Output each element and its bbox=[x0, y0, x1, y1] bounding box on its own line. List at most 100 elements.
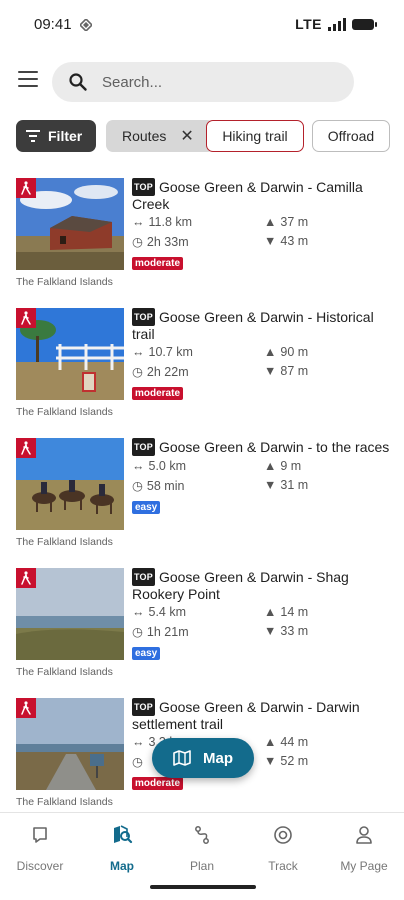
nav-my-page[interactable]: My Page bbox=[324, 821, 404, 873]
tour-photo bbox=[16, 438, 124, 530]
map-button[interactable]: Map bbox=[152, 738, 254, 778]
difficulty-badge: moderate bbox=[132, 257, 184, 270]
filter-icon bbox=[26, 130, 40, 142]
distance-stat: ↔ 11.8 km bbox=[132, 215, 192, 229]
tour-item[interactable]: The Falkland Islands TOP Goose Green & Da… bbox=[16, 304, 392, 434]
tour-title: TOP Goose Green & Darwin - Historical tra… bbox=[132, 308, 392, 342]
filter-label: Filter bbox=[48, 128, 83, 144]
duration-value: 58 min bbox=[146, 478, 185, 493]
nav-discover[interactable]: Discover bbox=[0, 821, 80, 873]
nav-track[interactable]: Track bbox=[243, 821, 323, 873]
tour-info: TOP Goose Green & Darwin - Shag Rookery P… bbox=[132, 568, 392, 661]
nav-label: Track bbox=[268, 859, 298, 873]
tour-title: TOP Goose Green & Darwin - Camilla Creek bbox=[132, 178, 392, 212]
ascent-icon: ▲ bbox=[264, 345, 277, 359]
tour-title-text: Goose Green & Darwin - Camilla Creek bbox=[132, 179, 363, 212]
nav-map[interactable]: Map bbox=[82, 821, 162, 873]
nav-label: Map bbox=[110, 859, 134, 873]
ascent-icon: ▲ bbox=[264, 215, 277, 229]
difficulty-badge: moderate bbox=[132, 387, 184, 400]
nav-label: Plan bbox=[189, 859, 215, 873]
person-icon bbox=[356, 826, 372, 844]
tour-stats: ↔ 5.0 km ◷ 58 min ▲ 9 m ▼ 31 m bbox=[132, 459, 392, 497]
tour-title-text: Goose Green & Darwin - to the races bbox=[158, 439, 390, 455]
descent-value: 52 m bbox=[280, 754, 309, 768]
status-indicators: LTE bbox=[295, 16, 377, 32]
search-bar[interactable] bbox=[52, 62, 354, 102]
diamond-icon bbox=[80, 19, 92, 31]
tour-photo bbox=[16, 178, 124, 270]
tour-info: TOP Goose Green & Darwin - Camilla Creek … bbox=[132, 178, 392, 271]
offroad-chip[interactable]: Offroad bbox=[312, 120, 390, 152]
tour-stats: ↔ 11.8 km ◷ 2h 33m ▲ 37 m ▼ 43 m bbox=[132, 215, 392, 253]
ascent-stat: ▲ 44 m bbox=[264, 735, 308, 749]
tour-photo bbox=[16, 568, 124, 660]
clock-icon: ◷ bbox=[132, 235, 143, 249]
discover-icon bbox=[33, 827, 47, 843]
duration-stat: ◷ 2h 22m bbox=[132, 364, 189, 380]
hiking-icon bbox=[16, 698, 36, 718]
ascent-value: 9 m bbox=[280, 459, 302, 473]
tour-item[interactable]: The Falkland Islands TOP Goose Green & Da… bbox=[16, 434, 392, 564]
duration-stat: ◷ 58 min bbox=[132, 478, 185, 494]
ascent-stat: ▲ 9 m bbox=[264, 459, 301, 473]
tour-info: TOP Goose Green & Darwin - Historical tra… bbox=[132, 308, 392, 401]
descent-stat: ▼ 87 m bbox=[264, 364, 308, 378]
plan-icon bbox=[195, 826, 209, 844]
clock-icon: ◷ bbox=[132, 365, 143, 379]
ascent-value: 90 m bbox=[280, 345, 309, 359]
ascent-icon: ▲ bbox=[264, 605, 277, 619]
ascent-stat: ▲ 90 m bbox=[264, 345, 308, 359]
tour-title: TOP Goose Green & Darwin - to the races bbox=[132, 438, 392, 456]
difficulty-badge: moderate bbox=[132, 777, 184, 790]
map-button-label: Map bbox=[203, 749, 233, 767]
tour-stats: ↔ 10.7 km ◷ 2h 22m ▲ 90 m ▼ 87 m bbox=[132, 345, 392, 383]
top-badge: TOP bbox=[132, 178, 155, 196]
menu-icon[interactable] bbox=[18, 71, 38, 89]
nav-label: Discover bbox=[16, 859, 64, 873]
ascent-stat: ▲ 37 m bbox=[264, 215, 308, 229]
close-icon[interactable]: ✕ bbox=[180, 126, 193, 146]
descent-icon: ▼ bbox=[264, 478, 277, 492]
descent-icon: ▼ bbox=[264, 364, 277, 378]
descent-value: 87 m bbox=[280, 364, 309, 378]
status-time: 09:41 bbox=[34, 16, 72, 33]
distance-value: 5.4 km bbox=[148, 605, 187, 619]
hiking-trail-chip[interactable]: Hiking trail bbox=[206, 120, 304, 152]
distance-value: 10.7 km bbox=[148, 345, 193, 359]
tour-list[interactable]: The Falkland Islands TOP Goose Green & Da… bbox=[0, 172, 404, 812]
tour-item[interactable]: The Falkland Islands TOP Goose Green & Da… bbox=[16, 174, 392, 304]
distance-icon: ↔ bbox=[132, 735, 145, 749]
ascent-value: 37 m bbox=[280, 215, 309, 229]
duration-value: 1h 21m bbox=[146, 624, 189, 639]
tour-title: TOP Goose Green & Darwin - Shag Rookery P… bbox=[132, 568, 392, 602]
descent-stat: ▼ 33 m bbox=[264, 624, 308, 638]
duration-stat: ◷ bbox=[132, 754, 147, 769]
hiking-icon bbox=[16, 568, 36, 588]
map-nav-icon bbox=[114, 825, 133, 844]
hiking-icon bbox=[16, 438, 36, 458]
top-badge: TOP bbox=[132, 308, 155, 326]
filter-button[interactable]: Filter bbox=[16, 120, 96, 152]
status-bar: 09:41 LTE bbox=[0, 0, 404, 52]
routes-chip[interactable]: Routes ✕ bbox=[106, 120, 214, 152]
nav-plan[interactable]: Plan bbox=[162, 821, 242, 873]
tour-photo bbox=[16, 698, 124, 790]
distance-stat: ↔ 5.0 km bbox=[132, 459, 186, 473]
routes-label: Routes bbox=[122, 128, 167, 144]
search-icon bbox=[69, 73, 87, 91]
ascent-value: 44 m bbox=[280, 735, 309, 749]
descent-stat: ▼ 43 m bbox=[264, 234, 308, 248]
duration-value: 2h 22m bbox=[146, 364, 189, 379]
tour-region: The Falkland Islands bbox=[16, 796, 113, 808]
descent-stat: ▼ 52 m bbox=[264, 754, 308, 768]
map-icon bbox=[173, 750, 191, 766]
ascent-icon: ▲ bbox=[264, 735, 277, 749]
tour-region: The Falkland Islands bbox=[16, 536, 113, 548]
distance-stat: ↔ 10.7 km bbox=[132, 345, 193, 359]
tour-info: TOP Goose Green & Darwin - to the races ↔… bbox=[132, 438, 392, 515]
ascent-icon: ▲ bbox=[264, 459, 277, 473]
tour-item[interactable]: The Falkland Islands TOP Goose Green & Da… bbox=[16, 564, 392, 694]
search-input[interactable] bbox=[102, 73, 322, 91]
descent-icon: ▼ bbox=[264, 234, 277, 248]
